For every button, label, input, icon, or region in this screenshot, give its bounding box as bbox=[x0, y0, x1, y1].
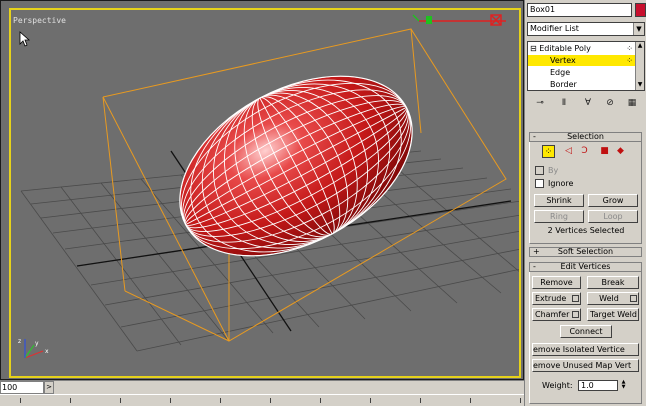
track-tick bbox=[370, 398, 371, 403]
chevron-down-icon[interactable]: ▼ bbox=[633, 23, 644, 35]
chamfer-settings-icon[interactable] bbox=[572, 311, 579, 318]
vertex-mode-icon[interactable]: ⁘ bbox=[542, 145, 555, 158]
ignore-backfacing-label: Ignore bbox=[548, 179, 574, 188]
active-viewport-border bbox=[9, 8, 521, 378]
selection-rollout-header[interactable]: - Selection bbox=[529, 132, 642, 142]
extrude-button[interactable]: Extrude bbox=[532, 292, 581, 305]
modifier-list-dropdown[interactable]: Modifier List ▼ bbox=[527, 22, 645, 36]
viewport-label[interactable]: Perspective bbox=[13, 16, 66, 25]
ignore-backfacing-checkbox[interactable] bbox=[535, 179, 544, 188]
ring-button[interactable]: Ring bbox=[534, 210, 584, 223]
track-tick bbox=[120, 398, 121, 403]
collapse-icon[interactable]: ⊟ bbox=[530, 44, 537, 53]
max-window: x z y Perspective 100 > Box01 Modifier L… bbox=[0, 0, 646, 406]
make-unique-icon[interactable]: ∀ bbox=[581, 96, 595, 110]
stack-item-label: Editable Poly bbox=[539, 44, 591, 53]
object-name-field[interactable]: Box01 bbox=[527, 3, 632, 17]
by-vertex-checkbox[interactable] bbox=[535, 166, 544, 175]
modifier-list-label: Modifier List bbox=[530, 24, 579, 33]
element-mode-icon[interactable]: ◆ bbox=[614, 145, 627, 158]
vertex-subobject-icon: ⁘ bbox=[626, 56, 633, 65]
remove-isolated-vertices-button[interactable]: emove Isolated Vertice bbox=[532, 343, 639, 356]
weight-spinner-arrows-icon[interactable]: ▲ ▼ bbox=[620, 380, 627, 391]
stack-item-label: Edge bbox=[550, 68, 571, 77]
target-weld-button[interactable]: Target Weld bbox=[587, 308, 639, 321]
scroll-down-icon[interactable]: ▼ bbox=[636, 81, 644, 89]
polygon-mode-icon[interactable]: ■ bbox=[598, 145, 611, 158]
by-vertex-label: By bbox=[548, 166, 559, 175]
track-tick bbox=[170, 398, 171, 403]
remove-button[interactable]: Remove bbox=[532, 276, 581, 289]
grow-button[interactable]: Grow bbox=[588, 194, 638, 207]
modifier-stack[interactable]: ⊟ Editable Poly ⁘ Vertex ⁘ Edge Border ▲… bbox=[527, 41, 645, 91]
scroll-up-icon[interactable]: ▲ bbox=[636, 42, 644, 50]
soft-selection-rollout-header[interactable]: + Soft Selection bbox=[529, 247, 642, 257]
edge-mode-icon[interactable]: ◁ bbox=[562, 145, 575, 158]
rollout-title: Soft Selection bbox=[557, 247, 614, 256]
stack-item-edge[interactable]: Edge bbox=[528, 67, 636, 78]
perspective-viewport[interactable]: x z y Perspective bbox=[0, 0, 524, 380]
time-slider[interactable]: 100 > bbox=[0, 380, 524, 394]
connect-button[interactable]: Connect bbox=[560, 325, 612, 338]
weld-button[interactable]: Weld bbox=[587, 292, 639, 305]
stack-scrollbar[interactable]: ▲ ▼ bbox=[635, 42, 644, 90]
shrink-button[interactable]: Shrink bbox=[534, 194, 584, 207]
stack-item-label: Vertex bbox=[550, 56, 576, 65]
stack-item-vertex[interactable]: Vertex ⁘ bbox=[528, 55, 636, 66]
remove-modifier-icon[interactable]: ⊘ bbox=[603, 96, 617, 110]
frame-counter[interactable]: 100 bbox=[0, 381, 44, 394]
selection-status: 2 Vertices Selected bbox=[547, 226, 625, 235]
weld-settings-icon[interactable] bbox=[630, 295, 637, 302]
configure-sets-icon[interactable]: ▦ bbox=[625, 96, 639, 110]
weight-label: Weight: bbox=[542, 381, 573, 390]
rollout-title: Edit Vertices bbox=[560, 262, 611, 271]
pin-stack-icon[interactable]: ⊸ bbox=[533, 96, 547, 110]
break-button[interactable]: Break bbox=[587, 276, 639, 289]
weight-spinner-field[interactable]: 1.0 bbox=[578, 380, 618, 391]
border-mode-icon[interactable]: Ↄ bbox=[578, 145, 591, 158]
track-tick bbox=[220, 398, 221, 403]
object-color-swatch[interactable] bbox=[635, 3, 646, 17]
track-tick bbox=[520, 398, 521, 403]
show-end-result-icon[interactable]: Ⅱ bbox=[557, 96, 571, 110]
track-tick bbox=[270, 398, 271, 403]
extrude-label: Extrude bbox=[535, 294, 567, 303]
stack-item-editable-poly[interactable]: ⊟ Editable Poly ⁘ bbox=[528, 43, 636, 54]
remove-unused-map-verts-button[interactable]: emove Unused Map Vert bbox=[532, 359, 639, 372]
weld-label: Weld bbox=[599, 294, 619, 303]
rollout-title: Selection bbox=[567, 132, 604, 141]
edit-vertices-rollout: Remove Break Extrude Weld Chamfer Target… bbox=[529, 272, 642, 404]
stack-toolbar: ⊸ Ⅱ ∀ ⊘ ▦ bbox=[527, 96, 645, 110]
track-tick bbox=[70, 398, 71, 403]
loop-button[interactable]: Loop bbox=[588, 210, 638, 223]
next-frame-button[interactable]: > bbox=[44, 381, 54, 394]
track-tick bbox=[20, 398, 21, 403]
chamfer-label: Chamfer bbox=[535, 310, 570, 319]
stack-item-label: Border bbox=[550, 80, 577, 89]
chamfer-button[interactable]: Chamfer bbox=[532, 308, 581, 321]
modify-panel: Box01 Modifier List ▼ ⊟ Editable Poly ⁘ … bbox=[524, 0, 646, 406]
vertex-subobject-icon: ⁘ bbox=[626, 44, 633, 53]
track-tick bbox=[470, 398, 471, 403]
track-tick bbox=[420, 398, 421, 403]
track-tick bbox=[320, 398, 321, 403]
extrude-settings-icon[interactable] bbox=[572, 295, 579, 302]
stack-item-border[interactable]: Border bbox=[528, 79, 636, 90]
selection-rollout: ⁘ ◁ Ↄ ■ ◆ By Ignore Shrink Grow Ring Loo… bbox=[529, 142, 642, 244]
edit-vertices-rollout-header[interactable]: - Edit Vertices bbox=[529, 262, 642, 272]
